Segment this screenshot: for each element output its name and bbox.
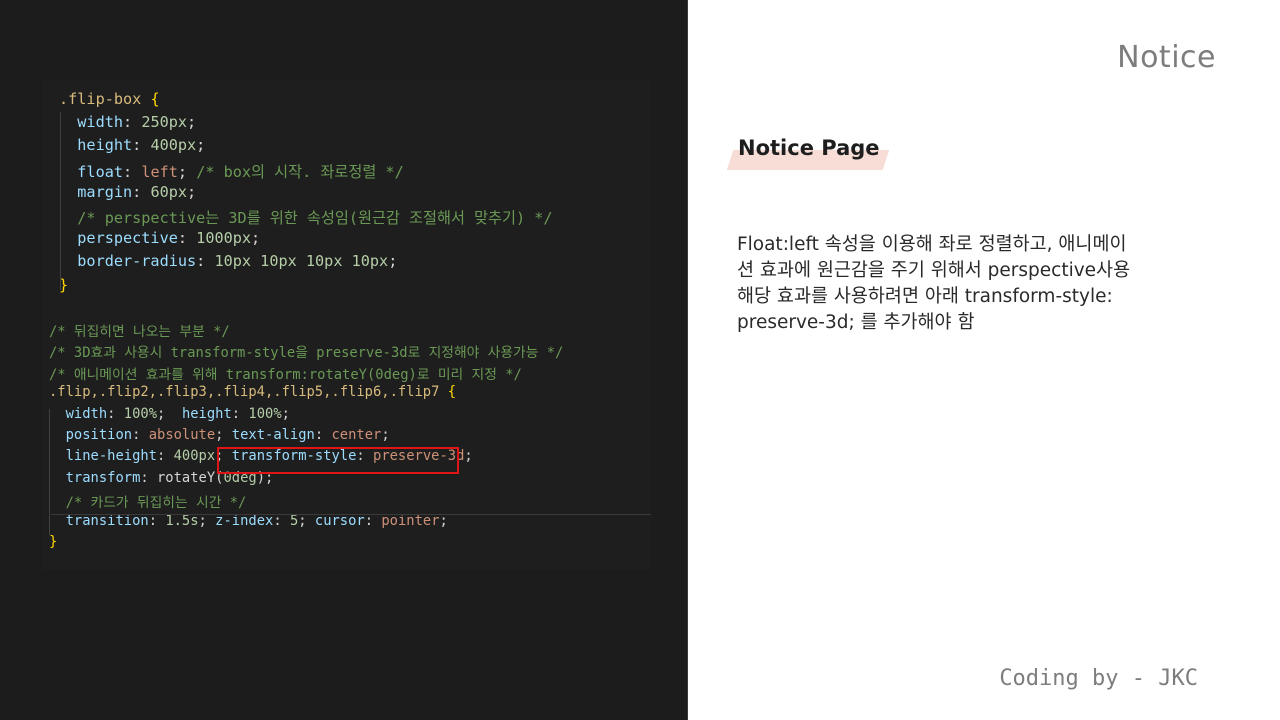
description-line: preserve-3d; 를 추가해야 함 — [737, 312, 975, 333]
code-token: ; — [251, 229, 261, 248]
code-line: height: 400px; — [59, 136, 651, 154]
code-token: ; — [464, 448, 473, 465]
code-token: ; — [196, 136, 206, 155]
code-line: .flip-box { — [59, 90, 651, 108]
code-token: float — [59, 162, 124, 181]
code-token: 400px — [150, 136, 197, 155]
code-token: { — [150, 90, 160, 108]
notice-page-label: Notice Page — [738, 136, 880, 160]
code-line: width: 100%; height: 100%; — [49, 406, 651, 422]
code-token: height — [59, 136, 133, 155]
indent-guide — [49, 409, 50, 535]
code-line: margin: 60px; — [59, 183, 651, 201]
code-line: /* perspective는 3D를 위한 속성임(원근감 조절해서 맞추기)… — [59, 206, 651, 228]
transform-style-highlight — [217, 447, 459, 474]
code-token: center — [331, 427, 382, 443]
description-line: Float:left 속성을 이용해 좌로 정렬하고, 애니메이 — [737, 234, 1127, 255]
footer-credit: Coding by - JKC — [999, 666, 1198, 691]
code-token: rotateY( — [157, 469, 224, 486]
code-token: /* 애니메이션 효과를 위해 transform:rotateY(0deg)로… — [49, 366, 522, 383]
code-token: 60px — [150, 182, 188, 201]
code-token: : — [132, 136, 151, 155]
code-line: perspective: 1000px; — [59, 229, 651, 247]
code-token: ; — [388, 252, 398, 271]
code-token: absolute — [148, 427, 216, 443]
code-token: : — [177, 229, 197, 248]
code-token: : — [231, 405, 249, 422]
code-token: border-radius — [59, 252, 197, 271]
code-token: ; — [187, 182, 197, 201]
code-token: 10px 10px 10px 10px — [214, 252, 389, 271]
code-token: margin — [59, 182, 133, 201]
code-editor: .flip-box { width: 250px; height: 400px;… — [43, 80, 651, 570]
code-token: /* 3D효과 사용시 transform-style을 preserve-3d… — [49, 345, 564, 362]
code-token: line-height — [49, 448, 157, 465]
current-line-indicator — [51, 514, 651, 515]
code-line: /* 뒤집히면 나오는 부분 */ — [49, 320, 651, 340]
notice-page-tag: Notice Page — [726, 136, 890, 170]
code-token: width — [49, 405, 108, 422]
code-token: 400px — [173, 448, 216, 465]
code-token: ; — [281, 405, 290, 422]
code-token: left — [141, 162, 178, 181]
code-token: : — [140, 469, 157, 486]
code-screenshot-panel: .flip-box { width: 250px; height: 400px;… — [0, 0, 688, 720]
indent-guide — [60, 112, 61, 290]
code-token: perspective — [59, 229, 178, 248]
description-line: 해당 효과를 사용하려면 아래 transform-style: — [737, 286, 1113, 307]
code-line: } — [59, 276, 651, 294]
code-token: 100% — [123, 405, 158, 422]
code-token: : — [314, 427, 332, 443]
code-token: /* 카드가 뒤집히는 시간 */ — [49, 495, 247, 512]
code-token: 100% — [248, 405, 282, 422]
code-token: 1000px — [196, 229, 252, 248]
code-line: border-radius: 10px 10px 10px 10px; — [59, 252, 651, 270]
code-token: ; — [187, 113, 197, 132]
code-token: : — [132, 182, 151, 201]
code-line: width: 250px; — [59, 113, 651, 131]
code-token: /* 뒤집히면 나오는 부분 */ — [49, 324, 230, 340]
code-line: /* 애니메이션 효과를 위해 transform:rotateY(0deg)로… — [49, 363, 651, 383]
code-token: transform — [49, 469, 141, 486]
code-line: /* 카드가 뒤집히는 시간 */ — [49, 491, 651, 511]
code-token: position — [49, 427, 133, 443]
code-token: : — [132, 427, 149, 443]
notice-title: Notice — [1117, 40, 1216, 75]
code-token: : — [123, 162, 142, 181]
code-token: 250px — [141, 113, 188, 132]
code-token: text-align — [231, 427, 315, 443]
code-token: height — [181, 405, 232, 422]
code-token: : — [196, 252, 215, 271]
code-line: position: absolute; text-align: center; — [49, 427, 651, 443]
description-line: 션 효과에 원근감을 주기 위해서 perspective사용 — [737, 260, 1131, 281]
code-token: } — [49, 534, 58, 550]
code-token: /* box의 시작. 좌로정렬 */ — [196, 162, 404, 181]
code-line: } — [49, 534, 651, 550]
code-line: /* 3D효과 사용시 transform-style을 preserve-3d… — [49, 341, 651, 361]
code-token: .flip,.flip2,.flip3,.flip4,.flip5,.flip6… — [49, 384, 448, 401]
description: Float:left 속성을 이용해 좌로 정렬하고, 애니메이 션 효과에 원… — [737, 232, 1217, 336]
code-line: .flip,.flip2,.flip3,.flip4,.flip5,.flip6… — [49, 384, 651, 400]
code-token: /* perspective는 3D를 위한 속성임(원근감 조절해서 맞추기)… — [59, 209, 553, 227]
code-line: float: left; /* box의 시작. 좌로정렬 */ — [59, 160, 651, 182]
code-token: : — [123, 113, 142, 132]
code-token: { — [447, 384, 457, 401]
code-token: ; — [381, 427, 390, 443]
code-token: : — [107, 405, 124, 422]
code-token: .flip-box — [59, 90, 151, 108]
code-token: : — [156, 448, 174, 465]
code-token: ; — [177, 162, 197, 181]
code-token: ; — [215, 427, 232, 443]
code-token: width — [59, 113, 124, 132]
code-token: ; — [157, 405, 182, 422]
